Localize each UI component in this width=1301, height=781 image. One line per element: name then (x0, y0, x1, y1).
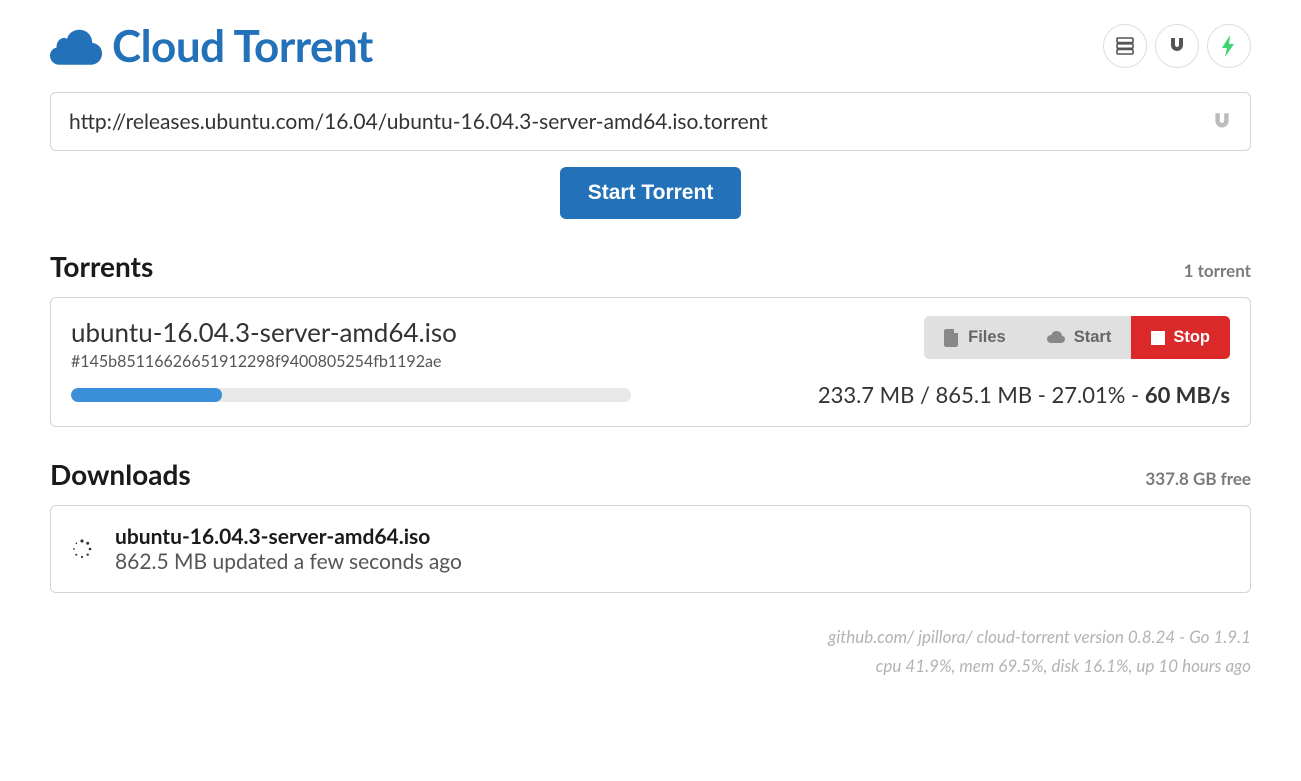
downloads-heading: Downloads (50, 457, 191, 491)
lightning-button[interactable] (1207, 24, 1251, 68)
progress-fill (71, 388, 222, 402)
stop-icon (1151, 331, 1165, 345)
start-label: Start (1074, 328, 1112, 347)
repo-link-name[interactable]: cloud-torrent (977, 626, 1070, 647)
progress-bar (71, 388, 631, 402)
torrent-hash: #145b85116626651912298f9400805254fb1192a… (71, 352, 457, 371)
lightning-icon (1220, 35, 1238, 57)
stop-button[interactable]: Stop (1131, 316, 1230, 359)
magnet-button[interactable] (1155, 24, 1199, 68)
repo-link-prefix[interactable]: github.com/ (828, 626, 914, 647)
start-torrent-button[interactable]: Start Torrent (560, 167, 742, 219)
torrent-name: ubuntu-16.04.3-server-amd64.iso (71, 316, 457, 348)
start-button[interactable]: Start (1026, 316, 1132, 359)
repo-link-user[interactable]: jpillora/ (918, 626, 972, 647)
system-stats: cpu 41.9%, mem 69.5%, disk 16.1%, up 10 … (50, 652, 1251, 681)
cloud-icon (50, 26, 102, 66)
magnet-icon (1211, 111, 1233, 133)
stop-label: Stop (1173, 328, 1210, 347)
files-label: Files (968, 328, 1006, 347)
torrent-url-input[interactable] (50, 92, 1251, 151)
cloud-download-icon (1046, 330, 1066, 346)
version-text: version 0.8.24 - (1070, 626, 1189, 647)
storage-icon (1115, 36, 1135, 56)
torrent-stats: 233.7 MB / 865.1 MB - 27.01% - 60 MB/s (818, 381, 1230, 408)
files-button[interactable]: Files (924, 316, 1026, 359)
downloads-free: 337.8 GB free (1145, 468, 1251, 489)
torrents-count: 1 torrent (1184, 260, 1251, 281)
loading-icon (71, 538, 93, 560)
go-version-link[interactable]: Go 1.9.1 (1189, 626, 1251, 647)
torrent-card: ubuntu-16.04.3-server-amd64.iso #145b851… (50, 297, 1251, 427)
download-card: ubuntu-16.04.3-server-amd64.iso 862.5 MB… (50, 505, 1251, 593)
file-icon (944, 329, 960, 347)
storage-button[interactable] (1103, 24, 1147, 68)
magnet-icon (1167, 36, 1187, 56)
download-meta: 862.5 MB updated a few seconds ago (115, 549, 462, 574)
torrents-heading: Torrents (50, 249, 153, 283)
app-title: Cloud Torrent (112, 20, 373, 72)
footer: github.com/ jpillora/ cloud-torrent vers… (50, 623, 1251, 681)
download-name: ubuntu-16.04.3-server-amd64.iso (115, 524, 462, 549)
